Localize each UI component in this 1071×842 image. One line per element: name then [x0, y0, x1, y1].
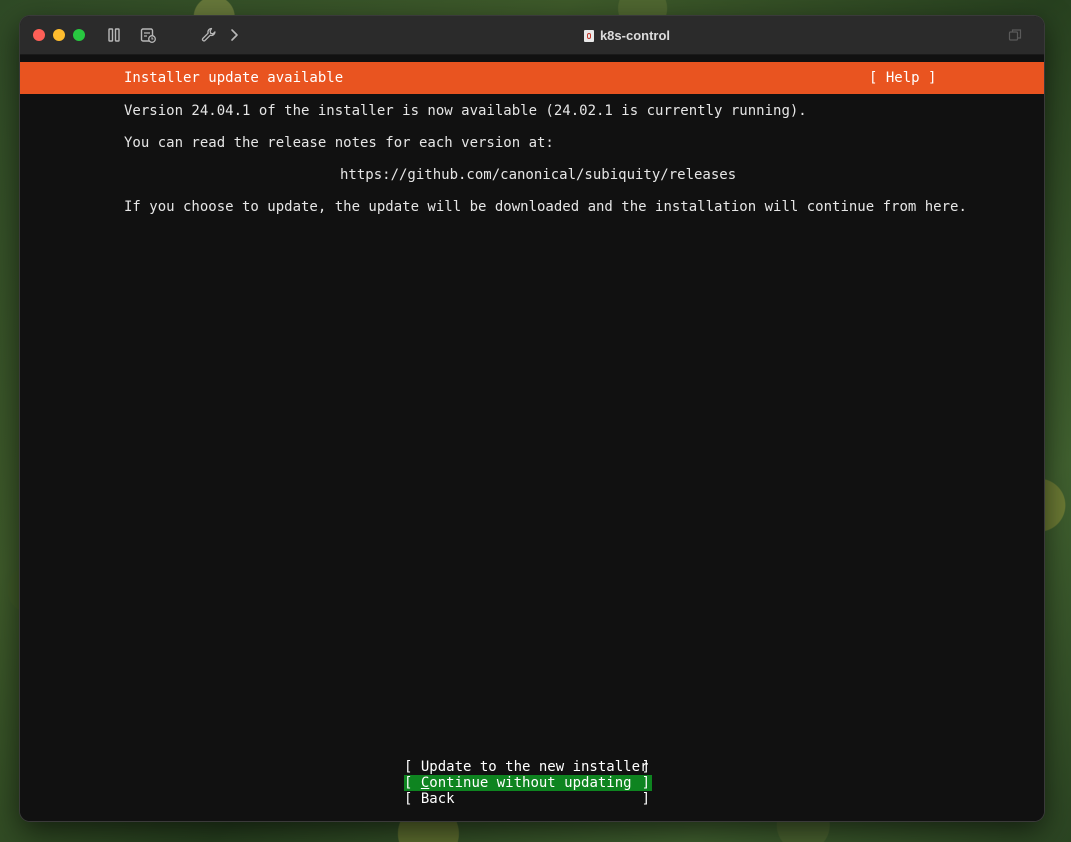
release-notes-url: https://github.com/canonical/subiquity/r…	[340, 167, 737, 183]
update-explanation: If you choose to update, the update will…	[124, 199, 967, 215]
button-close-bracket: ]	[641, 791, 650, 807]
installer-title: Installer update available	[124, 70, 344, 86]
help-button[interactable]: [ Help ]	[869, 70, 936, 86]
release-notes-message: You can read the release notes for each …	[124, 135, 554, 151]
button-open-bracket: [	[404, 775, 421, 791]
button-label: Update to the new installer	[420, 759, 649, 775]
installer-screen: Installer update available [ Help ] Vers…	[20, 55, 1044, 821]
continue-without-updating-button[interactable]: [ Continue without updating]	[404, 775, 652, 791]
back-button[interactable]: [ Back]	[404, 791, 652, 807]
installer-header: Installer update available [ Help ]	[20, 62, 1044, 94]
button-label: ontinue without updating	[429, 775, 632, 791]
button-label: Back	[420, 791, 455, 807]
update-installer-button[interactable]: [ Update to the new installer]	[404, 759, 652, 775]
version-message: Version 24.04.1 of the installer is now …	[124, 103, 807, 119]
window-title: k8s-control	[599, 28, 671, 43]
vm-window: k8s-control Installer update available […	[20, 16, 1044, 821]
button-open-bracket: [	[404, 759, 421, 775]
window-copy-icon[interactable]	[1006, 26, 1024, 44]
button-close-bracket: ]	[641, 759, 650, 775]
title-bar: k8s-control	[20, 16, 1044, 55]
window-title-area: k8s-control	[20, 27, 1044, 43]
vm-document-icon	[583, 30, 594, 42]
button-close-bracket: ]	[641, 775, 650, 791]
button-open-bracket: [	[404, 791, 421, 807]
